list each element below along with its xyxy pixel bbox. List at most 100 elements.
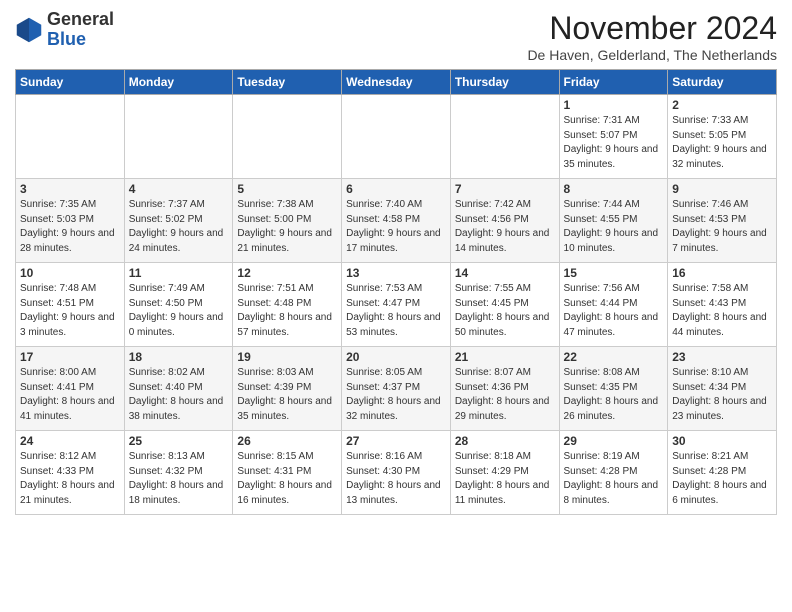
day-number: 19 bbox=[237, 350, 337, 364]
day-info: Sunrise: 8:12 AM Sunset: 4:33 PM Dayligh… bbox=[20, 450, 120, 508]
day-info: Sunrise: 8:16 AM Sunset: 4:30 PM Dayligh… bbox=[346, 450, 446, 508]
day-number: 28 bbox=[455, 434, 555, 448]
calendar-cell bbox=[124, 95, 233, 179]
calendar-cell: 17Sunrise: 8:00 AM Sunset: 4:41 PM Dayli… bbox=[16, 347, 125, 431]
week-row-1: 1 Sunrise: 7:31 AM Sunset: 5:07 PM Daylig… bbox=[16, 95, 777, 179]
page-header: General Blue November 2024 De Haven, Gel… bbox=[15, 10, 777, 63]
day-info: Sunrise: 7:58 AM Sunset: 4:43 PM Dayligh… bbox=[672, 282, 772, 340]
calendar-cell: 26 Sunrise: 8:15 AM Sunset: 4:31 PM Dayli… bbox=[233, 431, 342, 515]
week-row-4: 17Sunrise: 8:00 AM Sunset: 4:41 PM Dayli… bbox=[16, 347, 777, 431]
calendar-cell: 5 Sunrise: 7:38 AM Sunset: 5:00 PM Daylig… bbox=[233, 179, 342, 263]
day-number: 18 bbox=[129, 350, 229, 364]
day-info: Sunrise: 7:51 AM Sunset: 4:48 PM Dayligh… bbox=[237, 282, 337, 340]
day-number: 8 bbox=[564, 182, 664, 196]
day-number: 21 bbox=[455, 350, 555, 364]
day-number: 11 bbox=[129, 266, 229, 280]
week-row-3: 10Sunrise: 7:48 AM Sunset: 4:51 PM Dayli… bbox=[16, 263, 777, 347]
header-row: SundayMondayTuesdayWednesdayThursdayFrid… bbox=[16, 70, 777, 95]
logo-text: General Blue bbox=[47, 10, 114, 50]
calendar-cell: 21 Sunrise: 8:07 AM Sunset: 4:36 PM Dayli… bbox=[450, 347, 559, 431]
day-info: Sunrise: 7:37 AM Sunset: 5:02 PM Dayligh… bbox=[129, 198, 229, 256]
calendar-cell: 23 Sunrise: 8:10 AM Sunset: 4:34 PM Dayli… bbox=[668, 347, 777, 431]
day-info: Sunrise: 7:40 AM Sunset: 4:58 PM Dayligh… bbox=[346, 198, 446, 256]
day-header-wednesday: Wednesday bbox=[342, 70, 451, 95]
day-info: Sunrise: 7:38 AM Sunset: 5:00 PM Dayligh… bbox=[237, 198, 337, 256]
day-number: 22 bbox=[564, 350, 664, 364]
day-number: 24 bbox=[20, 434, 120, 448]
week-row-2: 3Sunrise: 7:35 AM Sunset: 5:03 PM Daylig… bbox=[16, 179, 777, 263]
location: De Haven, Gelderland, The Netherlands bbox=[527, 47, 777, 63]
day-info: Sunrise: 7:46 AM Sunset: 4:53 PM Dayligh… bbox=[672, 198, 772, 256]
day-info: Sunrise: 7:42 AM Sunset: 4:56 PM Dayligh… bbox=[455, 198, 555, 256]
calendar-cell: 27 Sunrise: 8:16 AM Sunset: 4:30 PM Dayli… bbox=[342, 431, 451, 515]
day-number: 6 bbox=[346, 182, 446, 196]
day-info: Sunrise: 7:33 AM Sunset: 5:05 PM Dayligh… bbox=[672, 114, 772, 172]
day-number: 29 bbox=[564, 434, 664, 448]
day-info: Sunrise: 8:03 AM Sunset: 4:39 PM Dayligh… bbox=[237, 366, 337, 424]
day-number: 14 bbox=[455, 266, 555, 280]
day-number: 25 bbox=[129, 434, 229, 448]
day-number: 20 bbox=[346, 350, 446, 364]
day-info: Sunrise: 7:53 AM Sunset: 4:47 PM Dayligh… bbox=[346, 282, 446, 340]
calendar-cell: 15 Sunrise: 7:56 AM Sunset: 4:44 PM Dayli… bbox=[559, 263, 668, 347]
day-header-friday: Friday bbox=[559, 70, 668, 95]
calendar-table: SundayMondayTuesdayWednesdayThursdayFrid… bbox=[15, 69, 777, 515]
calendar-cell bbox=[342, 95, 451, 179]
calendar-cell: 6 Sunrise: 7:40 AM Sunset: 4:58 PM Daylig… bbox=[342, 179, 451, 263]
calendar-cell: 24 Sunrise: 8:12 AM Sunset: 4:33 PM Dayli… bbox=[16, 431, 125, 515]
day-number: 9 bbox=[672, 182, 772, 196]
day-number: 26 bbox=[237, 434, 337, 448]
day-info: Sunrise: 7:31 AM Sunset: 5:07 PM Dayligh… bbox=[564, 114, 664, 172]
calendar-cell: 2Sunrise: 7:33 AM Sunset: 5:05 PM Daylig… bbox=[668, 95, 777, 179]
calendar-cell: 16Sunrise: 7:58 AM Sunset: 4:43 PM Dayli… bbox=[668, 263, 777, 347]
calendar-cell: 1 Sunrise: 7:31 AM Sunset: 5:07 PM Daylig… bbox=[559, 95, 668, 179]
calendar-cell: 12Sunrise: 7:51 AM Sunset: 4:48 PM Dayli… bbox=[233, 263, 342, 347]
day-header-tuesday: Tuesday bbox=[233, 70, 342, 95]
day-header-saturday: Saturday bbox=[668, 70, 777, 95]
calendar-cell: 13 Sunrise: 7:53 AM Sunset: 4:47 PM Dayli… bbox=[342, 263, 451, 347]
day-info: Sunrise: 7:55 AM Sunset: 4:45 PM Dayligh… bbox=[455, 282, 555, 340]
day-number: 15 bbox=[564, 266, 664, 280]
day-info: Sunrise: 7:44 AM Sunset: 4:55 PM Dayligh… bbox=[564, 198, 664, 256]
calendar-cell: 9 Sunrise: 7:46 AM Sunset: 4:53 PM Daylig… bbox=[668, 179, 777, 263]
day-number: 27 bbox=[346, 434, 446, 448]
week-row-5: 24 Sunrise: 8:12 AM Sunset: 4:33 PM Dayli… bbox=[16, 431, 777, 515]
day-number: 23 bbox=[672, 350, 772, 364]
day-number: 4 bbox=[129, 182, 229, 196]
calendar-cell: 22 Sunrise: 8:08 AM Sunset: 4:35 PM Dayli… bbox=[559, 347, 668, 431]
calendar-cell: 10Sunrise: 7:48 AM Sunset: 4:51 PM Dayli… bbox=[16, 263, 125, 347]
day-number: 1 bbox=[564, 98, 664, 112]
calendar-cell: 29 Sunrise: 8:19 AM Sunset: 4:28 PM Dayli… bbox=[559, 431, 668, 515]
day-info: Sunrise: 8:21 AM Sunset: 4:28 PM Dayligh… bbox=[672, 450, 772, 508]
day-info: Sunrise: 8:15 AM Sunset: 4:31 PM Dayligh… bbox=[237, 450, 337, 508]
logo: General Blue bbox=[15, 10, 114, 50]
day-number: 7 bbox=[455, 182, 555, 196]
day-info: Sunrise: 8:07 AM Sunset: 4:36 PM Dayligh… bbox=[455, 366, 555, 424]
calendar-cell: 28Sunrise: 8:18 AM Sunset: 4:29 PM Dayli… bbox=[450, 431, 559, 515]
day-info: Sunrise: 8:02 AM Sunset: 4:40 PM Dayligh… bbox=[129, 366, 229, 424]
day-info: Sunrise: 8:08 AM Sunset: 4:35 PM Dayligh… bbox=[564, 366, 664, 424]
day-info: Sunrise: 7:56 AM Sunset: 4:44 PM Dayligh… bbox=[564, 282, 664, 340]
logo-icon bbox=[15, 16, 43, 44]
calendar-cell: 25 Sunrise: 8:13 AM Sunset: 4:32 PM Dayli… bbox=[124, 431, 233, 515]
calendar-cell: 30Sunrise: 8:21 AM Sunset: 4:28 PM Dayli… bbox=[668, 431, 777, 515]
title-block: November 2024 De Haven, Gelderland, The … bbox=[527, 10, 777, 63]
day-info: Sunrise: 7:49 AM Sunset: 4:50 PM Dayligh… bbox=[129, 282, 229, 340]
day-header-sunday: Sunday bbox=[16, 70, 125, 95]
day-info: Sunrise: 8:05 AM Sunset: 4:37 PM Dayligh… bbox=[346, 366, 446, 424]
day-number: 13 bbox=[346, 266, 446, 280]
calendar-cell: 7 Sunrise: 7:42 AM Sunset: 4:56 PM Daylig… bbox=[450, 179, 559, 263]
calendar-cell bbox=[450, 95, 559, 179]
day-info: Sunrise: 8:13 AM Sunset: 4:32 PM Dayligh… bbox=[129, 450, 229, 508]
day-number: 17 bbox=[20, 350, 120, 364]
day-info: Sunrise: 7:48 AM Sunset: 4:51 PM Dayligh… bbox=[20, 282, 120, 340]
day-info: Sunrise: 8:19 AM Sunset: 4:28 PM Dayligh… bbox=[564, 450, 664, 508]
calendar-cell: 14 Sunrise: 7:55 AM Sunset: 4:45 PM Dayli… bbox=[450, 263, 559, 347]
calendar-cell: 4 Sunrise: 7:37 AM Sunset: 5:02 PM Daylig… bbox=[124, 179, 233, 263]
calendar-cell bbox=[16, 95, 125, 179]
day-info: Sunrise: 7:35 AM Sunset: 5:03 PM Dayligh… bbox=[20, 198, 120, 256]
day-header-thursday: Thursday bbox=[450, 70, 559, 95]
day-info: Sunrise: 8:10 AM Sunset: 4:34 PM Dayligh… bbox=[672, 366, 772, 424]
calendar-cell: 20 Sunrise: 8:05 AM Sunset: 4:37 PM Dayli… bbox=[342, 347, 451, 431]
day-number: 5 bbox=[237, 182, 337, 196]
